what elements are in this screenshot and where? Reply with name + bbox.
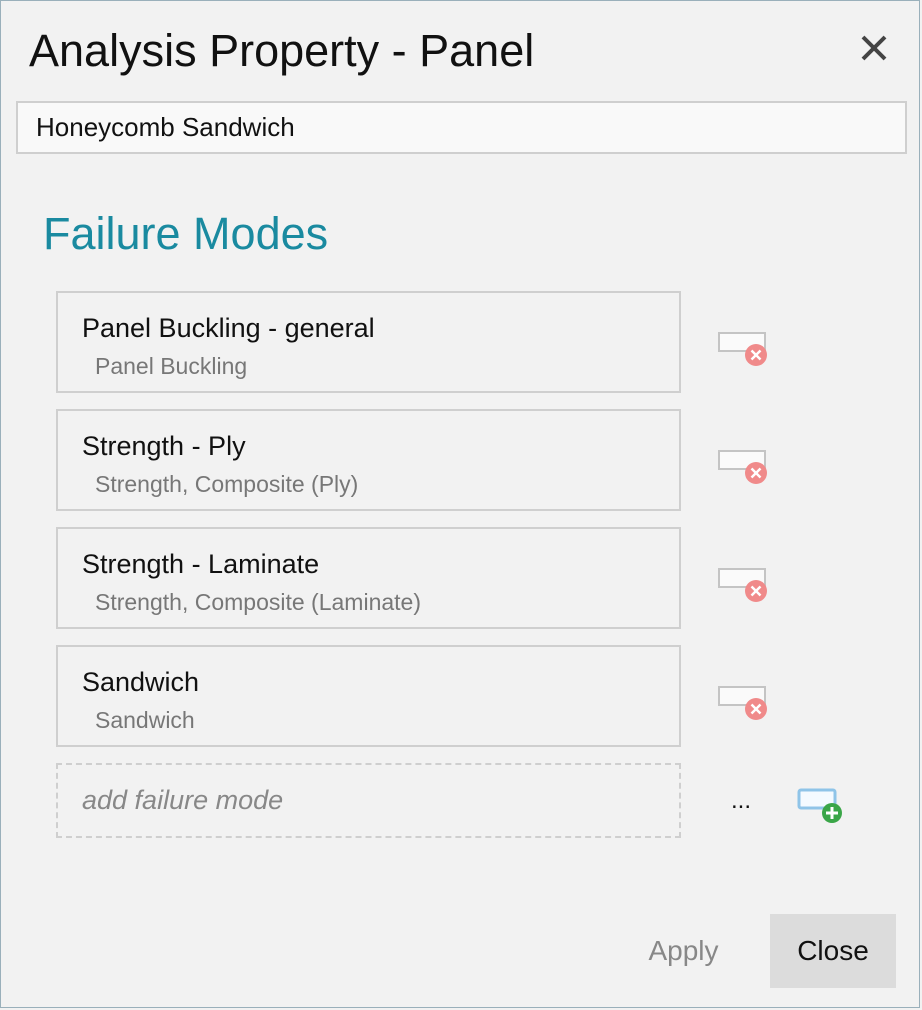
analysis-property-dialog: Analysis Property - Panel Failure Modes … xyxy=(0,0,920,1008)
failure-mode-card[interactable]: Sandwich Sandwich xyxy=(56,645,681,747)
close-button[interactable]: Close xyxy=(770,914,896,988)
failure-mode-name: Strength - Ply xyxy=(82,431,246,461)
failure-mode-type: Strength, Composite (Laminate) xyxy=(95,589,421,615)
remove-failure-mode-button[interactable] xyxy=(717,331,769,369)
close-icon xyxy=(861,35,887,61)
remove-item-icon xyxy=(718,332,767,366)
failure-mode-type: Panel Buckling xyxy=(95,353,248,379)
close-dialog-button[interactable] xyxy=(857,31,893,67)
remove-item-icon xyxy=(718,450,767,484)
property-name-input[interactable] xyxy=(16,101,907,154)
failure-mode-name: Panel Buckling - general xyxy=(82,313,375,343)
failure-mode-card[interactable]: Strength - Laminate Strength, Composite … xyxy=(56,527,681,629)
remove-failure-mode-button[interactable] xyxy=(717,449,769,487)
failure-mode-name: Strength - Laminate xyxy=(82,549,320,579)
remove-failure-mode-button[interactable] xyxy=(717,685,769,723)
remove-failure-mode-button[interactable] xyxy=(717,567,769,605)
remove-item-icon xyxy=(718,568,767,602)
failure-mode-type: Strength, Composite (Ply) xyxy=(95,471,359,497)
failure-mode-card[interactable]: Strength - Ply Strength, Composite (Ply) xyxy=(56,409,681,511)
failure-mode-type: Sandwich xyxy=(95,707,195,733)
failure-mode-card[interactable]: Panel Buckling - general Panel Buckling xyxy=(56,291,681,393)
failure-mode-name: Sandwich xyxy=(82,667,200,697)
add-failure-mode-button[interactable] xyxy=(796,787,846,827)
remove-item-icon xyxy=(718,686,767,720)
failure-modes-heading: Failure Modes xyxy=(43,208,329,259)
add-item-icon xyxy=(797,788,842,823)
add-failure-mode-input[interactable] xyxy=(56,763,681,838)
dialog-title: Analysis Property - Panel xyxy=(29,25,535,76)
browse-failure-modes-button[interactable]: ... xyxy=(731,787,751,815)
apply-button[interactable]: Apply xyxy=(631,914,736,988)
